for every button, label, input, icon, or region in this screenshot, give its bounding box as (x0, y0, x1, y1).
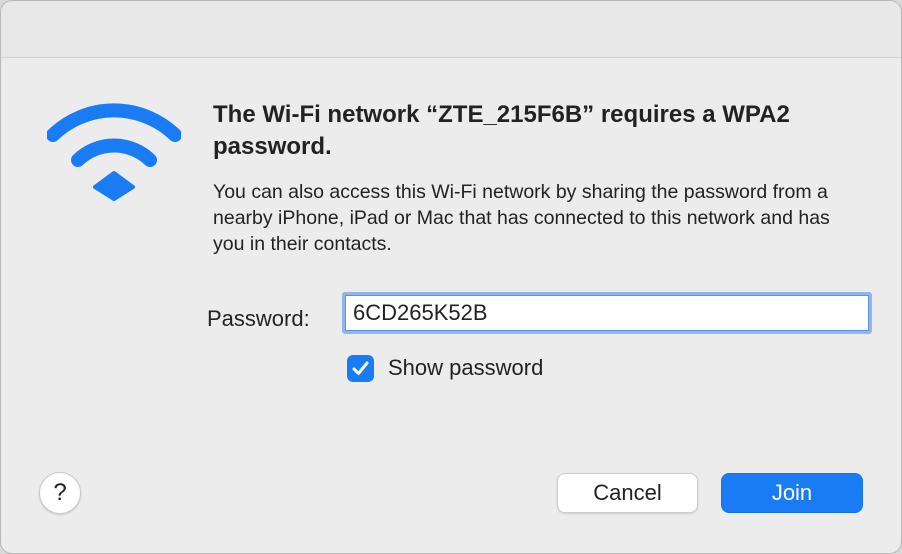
dialog-description: You can also access this Wi-Fi network b… (213, 181, 830, 255)
title-bar (1, 1, 901, 58)
cancel-button[interactable]: Cancel (557, 473, 698, 513)
wifi-password-dialog: The Wi-Fi network “ZTE_215F6B” requires … (0, 0, 902, 554)
checkmark-icon (352, 361, 369, 375)
wifi-icon (46, 101, 182, 201)
dialog-heading: The Wi-Fi network “ZTE_215F6B” requires … (213, 101, 790, 160)
join-button[interactable]: Join (721, 473, 863, 513)
show-password-checkbox[interactable] (347, 355, 374, 382)
help-button[interactable]: ? (39, 472, 81, 514)
password-input[interactable] (342, 292, 872, 334)
show-password-label[interactable]: Show password (388, 354, 543, 382)
password-label: Password: (207, 306, 310, 331)
